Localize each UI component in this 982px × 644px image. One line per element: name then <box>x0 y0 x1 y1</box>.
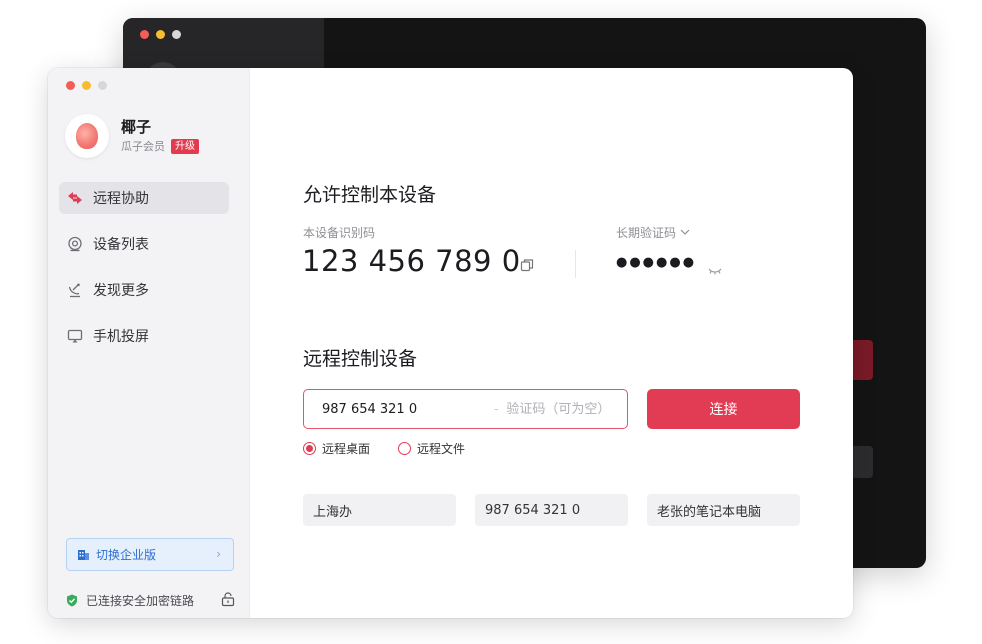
sidebar-item-device-list[interactable]: 设备列表 <box>59 228 229 260</box>
swap-arrows-icon <box>67 190 83 206</box>
user-name: 椰子 <box>121 118 152 136</box>
sidebar-item-label: 手机投屏 <box>93 329 149 345</box>
sidebar-item-screen-cast[interactable]: 手机投屏 <box>59 320 229 352</box>
remote-control-title: 远程控制设备 <box>303 348 418 370</box>
discover-icon <box>67 282 83 298</box>
maximize-button[interactable] <box>98 81 107 90</box>
screen-cast-icon <box>67 328 83 344</box>
lock-icon[interactable] <box>220 591 236 607</box>
verification-code-masked: ●●●●●● <box>616 255 697 270</box>
mode-label: 远程桌面 <box>322 442 371 456</box>
device-id-value: 123 456 789 0 <box>302 244 521 278</box>
shield-check-icon <box>66 594 78 607</box>
history-chip[interactable]: 老张的笔记本电脑 <box>647 494 800 526</box>
window-controls <box>66 81 107 90</box>
secure-connection-status: 已连接安全加密链路 <box>66 592 236 609</box>
bg-minimize-dot <box>156 30 165 39</box>
avatar[interactable] <box>65 114 109 158</box>
divider <box>575 250 576 278</box>
remote-connect-input-group: - <box>303 389 628 429</box>
upgrade-badge[interactable]: 升级 <box>171 138 199 154</box>
minimize-button[interactable] <box>82 81 91 90</box>
switch-enterprise-label: 切换企业版 <box>96 548 157 562</box>
profile-info: 椰子 瓜子会员 升级 <box>121 118 199 154</box>
verification-code-input[interactable] <box>504 400 625 418</box>
background-history-chip <box>851 446 873 478</box>
code-type-dropdown[interactable]: 长期验证码 <box>616 224 690 241</box>
mode-remote-file-radio[interactable]: 远程文件 <box>398 440 465 457</box>
bg-maximize-dot <box>172 30 181 39</box>
background-window-controls <box>140 30 181 39</box>
user-profile[interactable]: 椰子 瓜子会员 升级 <box>65 114 199 158</box>
history-chip[interactable]: 987 654 321 0 <box>475 494 628 526</box>
switch-enterprise-button[interactable]: 切换企业版 › <box>66 538 234 571</box>
sidebar-nav: 远程协助 设备列表 发现更多 手机投屏 <box>59 182 229 366</box>
device-id-label: 本设备识别码 <box>303 226 376 240</box>
input-separator: - <box>494 402 499 416</box>
radio-unchecked-icon <box>398 442 412 455</box>
remote-device-id-input[interactable] <box>320 400 480 418</box>
secure-status-text: 已连接安全加密链路 <box>86 594 195 608</box>
main-window: 椰子 瓜子会员 升级 远程协助 设备列表 发现更多 手机投屏 切换企业版 › 已… <box>48 68 853 618</box>
close-button[interactable] <box>66 81 75 90</box>
sidebar-item-remote-assist[interactable]: 远程协助 <box>59 182 229 214</box>
mode-label: 远程文件 <box>417 442 466 456</box>
coconut-avatar-icon <box>76 123 98 149</box>
connect-button[interactable]: 连接 <box>647 389 800 429</box>
background-connect-button <box>851 340 873 380</box>
bg-close-dot <box>140 30 149 39</box>
chevron-right-icon: › <box>216 547 221 561</box>
membership-row: 瓜子会员 升级 <box>121 138 199 154</box>
connection-mode-options: 远程桌面 远程文件 <box>303 440 493 457</box>
sidebar-item-label: 设备列表 <box>93 237 149 253</box>
sidebar-item-discover[interactable]: 发现更多 <box>59 274 229 306</box>
chevron-down-icon <box>680 229 690 236</box>
main-content: 允许控制本设备 本设备识别码 123 456 789 0 长期验证码 ●●●●●… <box>250 68 853 618</box>
membership-label: 瓜子会员 <box>121 140 165 153</box>
sidebar-item-label: 发现更多 <box>93 283 149 299</box>
radio-checked-icon <box>303 442 316 455</box>
eye-closed-icon[interactable] <box>708 261 722 275</box>
allow-control-title: 允许控制本设备 <box>303 184 437 206</box>
history-chip[interactable]: 上海办 <box>303 494 456 526</box>
device-list-icon <box>67 236 83 252</box>
copy-icon[interactable] <box>520 257 534 272</box>
sidebar: 椰子 瓜子会员 升级 远程协助 设备列表 发现更多 手机投屏 切换企业版 › 已… <box>48 68 250 618</box>
mode-remote-desktop-radio[interactable]: 远程桌面 <box>303 440 370 457</box>
building-icon <box>77 548 90 561</box>
code-type-label: 长期验证码 <box>616 226 677 240</box>
sidebar-item-label: 远程协助 <box>93 191 149 207</box>
